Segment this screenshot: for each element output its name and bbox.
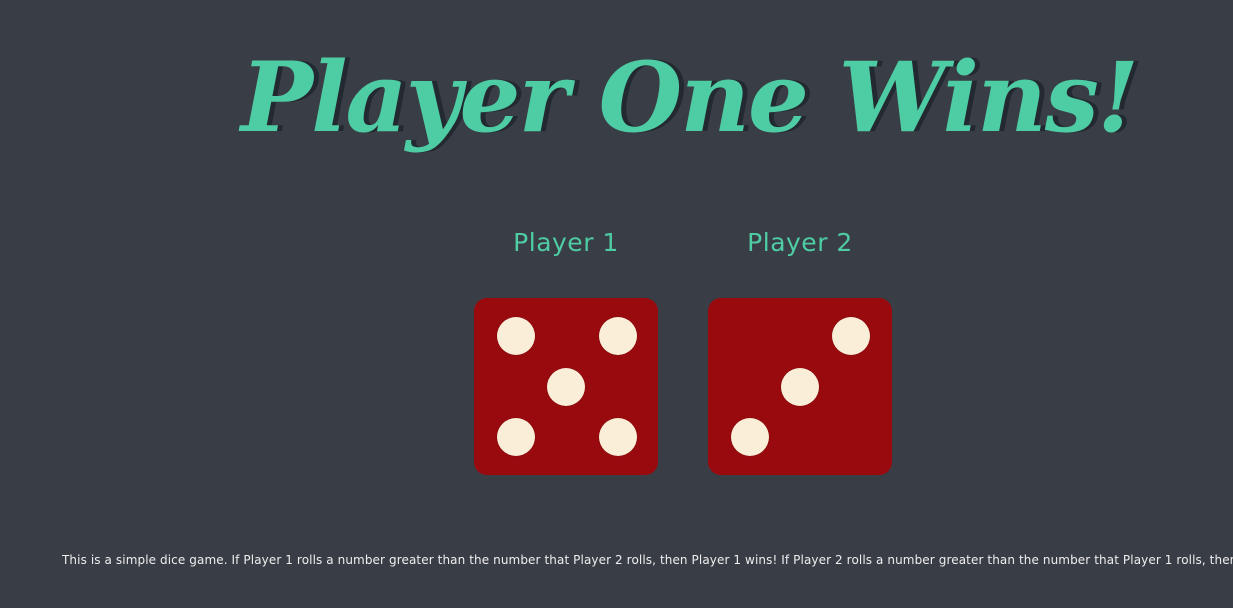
die-pip xyxy=(599,418,637,456)
player-1-label: Player 1 xyxy=(513,228,619,257)
game-description: This is a simple dice game. If Player 1 … xyxy=(62,553,1233,567)
die-pip xyxy=(832,317,870,355)
die-pip xyxy=(497,317,535,355)
die-pip xyxy=(731,418,769,456)
die-pip xyxy=(599,317,637,355)
die-pip xyxy=(547,368,585,406)
die-pip xyxy=(497,418,535,456)
player-2-label: Player 2 xyxy=(747,228,853,257)
player-2-die xyxy=(708,298,892,475)
die-pip xyxy=(781,368,819,406)
winner-title: Player One Wins! xyxy=(240,41,1139,154)
player-1-die xyxy=(474,298,658,475)
